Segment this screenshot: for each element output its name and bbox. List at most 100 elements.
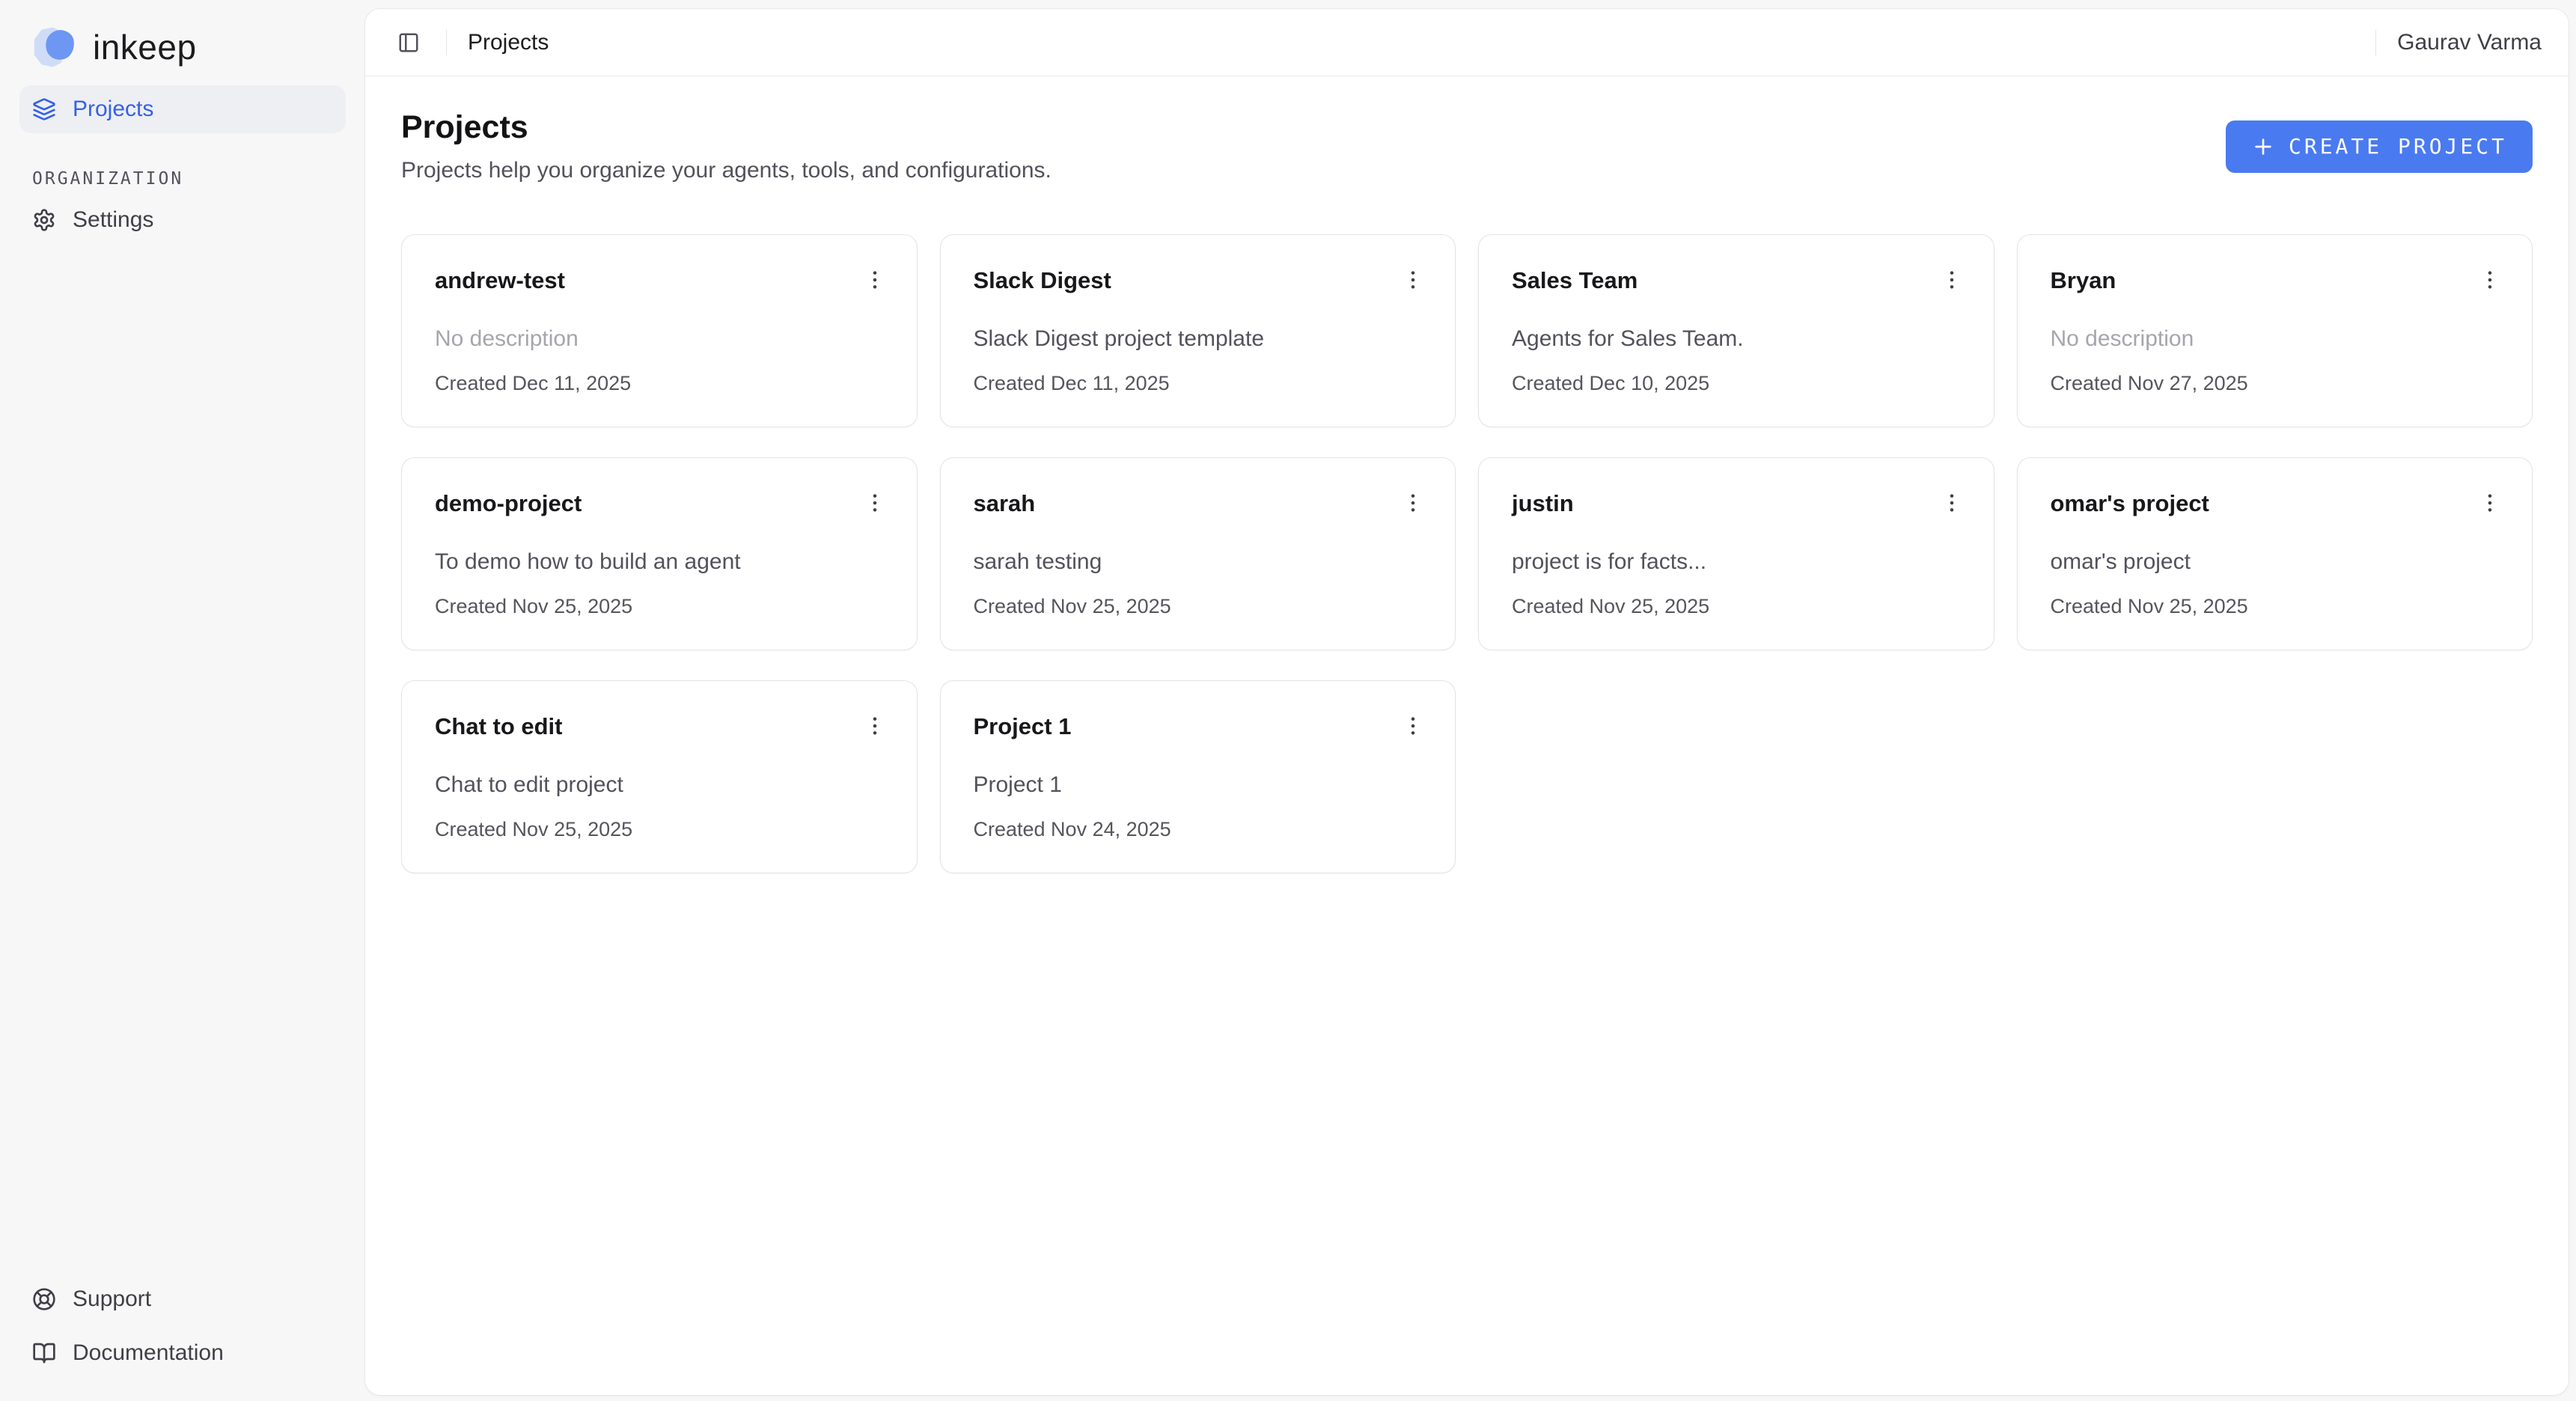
project-name: Sales Team — [1512, 268, 1638, 293]
project-menu-button[interactable] — [1400, 488, 1426, 518]
card-header: Project 1 — [974, 714, 1423, 741]
project-card[interactable]: andrew-test No description Created Dec 1… — [401, 234, 918, 427]
kebab-menu-icon — [1940, 489, 1964, 516]
book-open-icon — [32, 1341, 56, 1365]
project-description: Project 1 — [974, 772, 1423, 799]
project-name: Project 1 — [974, 714, 1072, 739]
title-block: Projects Projects help you organize your… — [401, 109, 1052, 183]
project-description: project is for facts... — [1512, 549, 1961, 576]
project-name: sarah — [974, 491, 1036, 516]
project-menu-button[interactable] — [1938, 488, 1965, 518]
project-menu-button[interactable] — [861, 265, 888, 295]
title-row: Projects Projects help you organize your… — [401, 109, 2533, 183]
kebab-menu-icon — [863, 489, 887, 516]
card-header: andrew-test — [435, 268, 884, 295]
project-description: sarah testing — [974, 549, 1423, 576]
brand-name: inkeep — [93, 27, 197, 67]
sidebar-item-projects[interactable]: Projects — [19, 85, 346, 133]
create-project-button[interactable]: CREATE PROJECT — [2226, 120, 2533, 173]
kebab-menu-icon — [863, 266, 887, 293]
page-title: Projects — [401, 109, 1052, 146]
project-name: justin — [1512, 491, 1574, 516]
project-created-date: Created Nov 25, 2025 — [435, 595, 884, 618]
panel-left-icon — [397, 31, 420, 54]
header-right: Gaurav Varma — [2354, 30, 2542, 55]
sidebar-item-documentation[interactable]: Documentation — [0, 1326, 365, 1380]
kebab-menu-icon — [1401, 266, 1425, 293]
sidebar-item-label: Settings — [73, 207, 153, 233]
project-description: To demo how to build an agent — [435, 549, 884, 576]
project-card[interactable]: Project 1 Project 1 Created Nov 24, 2025 — [940, 680, 1456, 873]
sidebar-toggle-button[interactable] — [392, 26, 425, 59]
breadcrumb: Projects — [468, 30, 549, 55]
project-menu-button[interactable] — [1400, 265, 1426, 295]
sidebar-item-settings[interactable]: Settings — [0, 196, 365, 244]
user-menu[interactable]: Gaurav Varma — [2397, 30, 2542, 55]
project-created-date: Created Nov 25, 2025 — [974, 595, 1423, 618]
project-card[interactable]: Bryan No description Created Nov 27, 202… — [2017, 234, 2533, 427]
page-content: Projects Projects help you organize your… — [365, 76, 2569, 873]
project-created-date: Created Nov 27, 2025 — [2051, 372, 2500, 395]
gear-icon — [32, 208, 56, 232]
project-created-date: Created Dec 10, 2025 — [1512, 372, 1961, 395]
project-name: Slack Digest — [974, 268, 1111, 293]
project-card[interactable]: Sales Team Agents for Sales Team. Create… — [1478, 234, 1994, 427]
main-panel: Projects Gaurav Varma Projects Projects … — [365, 9, 2569, 1395]
project-menu-button[interactable] — [2476, 488, 2503, 518]
project-card[interactable]: demo-project To demo how to build an age… — [401, 457, 918, 650]
kebab-menu-icon — [1401, 489, 1425, 516]
kebab-menu-icon — [2478, 266, 2502, 293]
top-bar: Projects Gaurav Varma — [365, 9, 2569, 76]
project-card[interactable]: sarah sarah testing Created Nov 25, 2025 — [940, 457, 1456, 650]
project-description: Agents for Sales Team. — [1512, 326, 1961, 352]
sidebar: inkeep Projects ORGANIZATION Settings — [0, 0, 365, 1401]
project-name: Chat to edit — [435, 714, 563, 739]
card-header: Slack Digest — [974, 268, 1423, 295]
project-menu-button[interactable] — [2476, 265, 2503, 295]
project-menu-button[interactable] — [861, 711, 888, 741]
card-header: omar's project — [2051, 491, 2500, 518]
project-description: Slack Digest project template — [974, 326, 1423, 352]
card-header: Bryan — [2051, 268, 2500, 295]
sidebar-nav: Projects — [0, 67, 365, 133]
page-subtitle: Projects help you organize your agents, … — [401, 158, 1052, 183]
project-name: andrew-test — [435, 268, 565, 293]
project-created-date: Created Dec 11, 2025 — [435, 372, 884, 395]
project-menu-button[interactable] — [1938, 265, 1965, 295]
project-card[interactable]: omar's project omar's project Created No… — [2017, 457, 2533, 650]
card-header: Chat to edit — [435, 714, 884, 741]
project-description: No description — [2051, 326, 2500, 352]
sidebar-section-organization: ORGANIZATION — [32, 169, 365, 189]
sidebar-footer: Support Documentation — [0, 1272, 365, 1401]
layers-icon — [32, 97, 56, 121]
create-project-label: CREATE PROJECT — [2289, 134, 2507, 159]
project-name: demo-project — [435, 491, 582, 516]
project-description: No description — [435, 326, 884, 352]
sidebar-item-label: Support — [73, 1286, 151, 1312]
sidebar-item-label: Projects — [73, 97, 153, 122]
project-description: omar's project — [2051, 549, 2500, 576]
card-header: sarah — [974, 491, 1423, 518]
inkeep-logo-icon — [31, 26, 79, 68]
project-card[interactable]: justin project is for facts... Created N… — [1478, 457, 1994, 650]
project-created-date: Created Nov 24, 2025 — [974, 818, 1423, 841]
project-menu-button[interactable] — [861, 488, 888, 518]
card-header: Sales Team — [1512, 268, 1961, 295]
project-menu-button[interactable] — [1400, 711, 1426, 741]
project-name: Bryan — [2051, 268, 2116, 293]
brand-logo[interactable]: inkeep — [0, 0, 365, 67]
project-created-date: Created Dec 11, 2025 — [974, 372, 1423, 395]
project-created-date: Created Nov 25, 2025 — [435, 818, 884, 841]
sidebar-item-support[interactable]: Support — [0, 1272, 365, 1326]
card-header: justin — [1512, 491, 1961, 518]
project-description: Chat to edit project — [435, 772, 884, 799]
kebab-menu-icon — [863, 712, 887, 739]
plus-icon — [2251, 135, 2275, 159]
header-divider — [2375, 30, 2376, 55]
project-card[interactable]: Slack Digest Slack Digest project templa… — [940, 234, 1456, 427]
projects-grid: andrew-test No description Created Dec 1… — [401, 234, 2533, 873]
kebab-menu-icon — [1940, 266, 1964, 293]
card-header: demo-project — [435, 491, 884, 518]
project-card[interactable]: Chat to edit Chat to edit project Create… — [401, 680, 918, 873]
kebab-menu-icon — [2478, 489, 2502, 516]
